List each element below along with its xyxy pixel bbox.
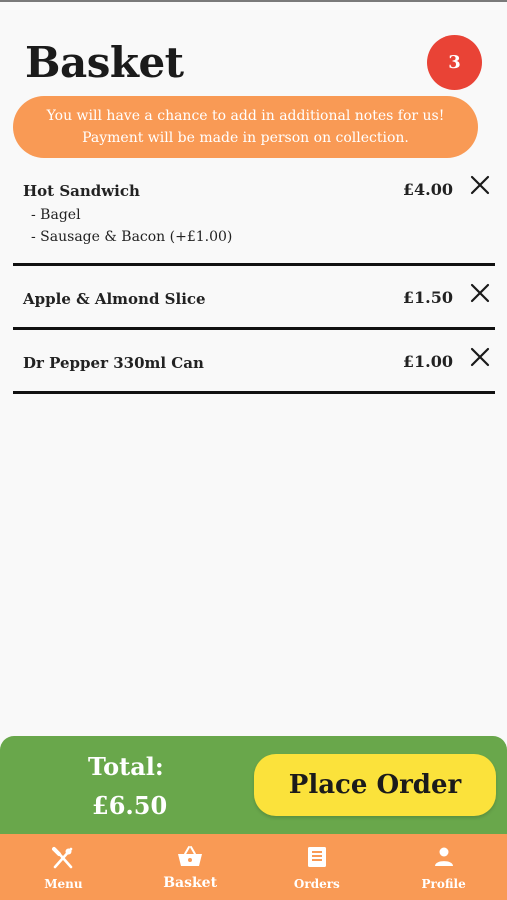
nav-item-basket[interactable]: Basket [127, 834, 254, 900]
item-option: - Sausage & Bacon (+£1.00) [31, 229, 233, 245]
item-name: Apple & Almond Slice [23, 290, 206, 308]
page-title: Basket [25, 38, 184, 87]
close-icon [470, 347, 490, 367]
receipt-icon [307, 847, 326, 867]
utensils-icon [52, 847, 73, 869]
basket-item: Hot Sandwich - Bagel - Sausage & Bacon (… [13, 166, 495, 266]
nav-label-orders: Orders [293, 877, 340, 891]
info-banner: You will have a chance to add in additio… [13, 96, 478, 158]
total-value: £6.50 [92, 791, 168, 820]
item-price: £4.00 [402, 180, 453, 199]
person-icon [434, 847, 453, 866]
basket-count-badge: 3 [427, 35, 482, 90]
info-banner-line-2: Payment will be made in person on collec… [82, 130, 409, 146]
basket-item: Apple & Almond Slice £1.50 [13, 266, 495, 330]
nav-item-profile[interactable]: Profile [380, 834, 507, 900]
basket-item: Dr Pepper 330ml Can £1.00 [13, 330, 495, 394]
remove-item-button[interactable] [469, 282, 491, 304]
remove-item-button[interactable] [469, 346, 491, 368]
nav-label-profile: Profile [421, 877, 466, 891]
remove-item-button[interactable] [469, 174, 491, 196]
place-order-button[interactable]: Place Order [254, 754, 496, 816]
item-options: - Bagel - Sausage & Bacon (+£1.00) [31, 204, 232, 248]
item-price: £1.50 [402, 288, 453, 307]
bottom-navigation: Menu Basket Orders Profile [0, 834, 507, 900]
basket-icon [178, 846, 203, 866]
item-option: - Bagel [31, 207, 81, 223]
top-divider [0, 0, 507, 2]
nav-label-menu: Menu [44, 877, 83, 891]
basket-items-list: Hot Sandwich - Bagel - Sausage & Bacon (… [13, 166, 495, 394]
close-icon [470, 283, 490, 303]
item-name: Dr Pepper 330ml Can [23, 354, 204, 372]
nav-label-basket: Basket [163, 875, 218, 891]
item-name: Hot Sandwich [23, 182, 140, 200]
close-icon [470, 175, 490, 195]
nav-item-menu[interactable]: Menu [0, 834, 127, 900]
item-price: £1.00 [402, 352, 453, 371]
info-banner-line-1: You will have a chance to add in additio… [46, 108, 445, 124]
total-label: Total: [88, 752, 164, 781]
nav-item-orders[interactable]: Orders [254, 834, 381, 900]
